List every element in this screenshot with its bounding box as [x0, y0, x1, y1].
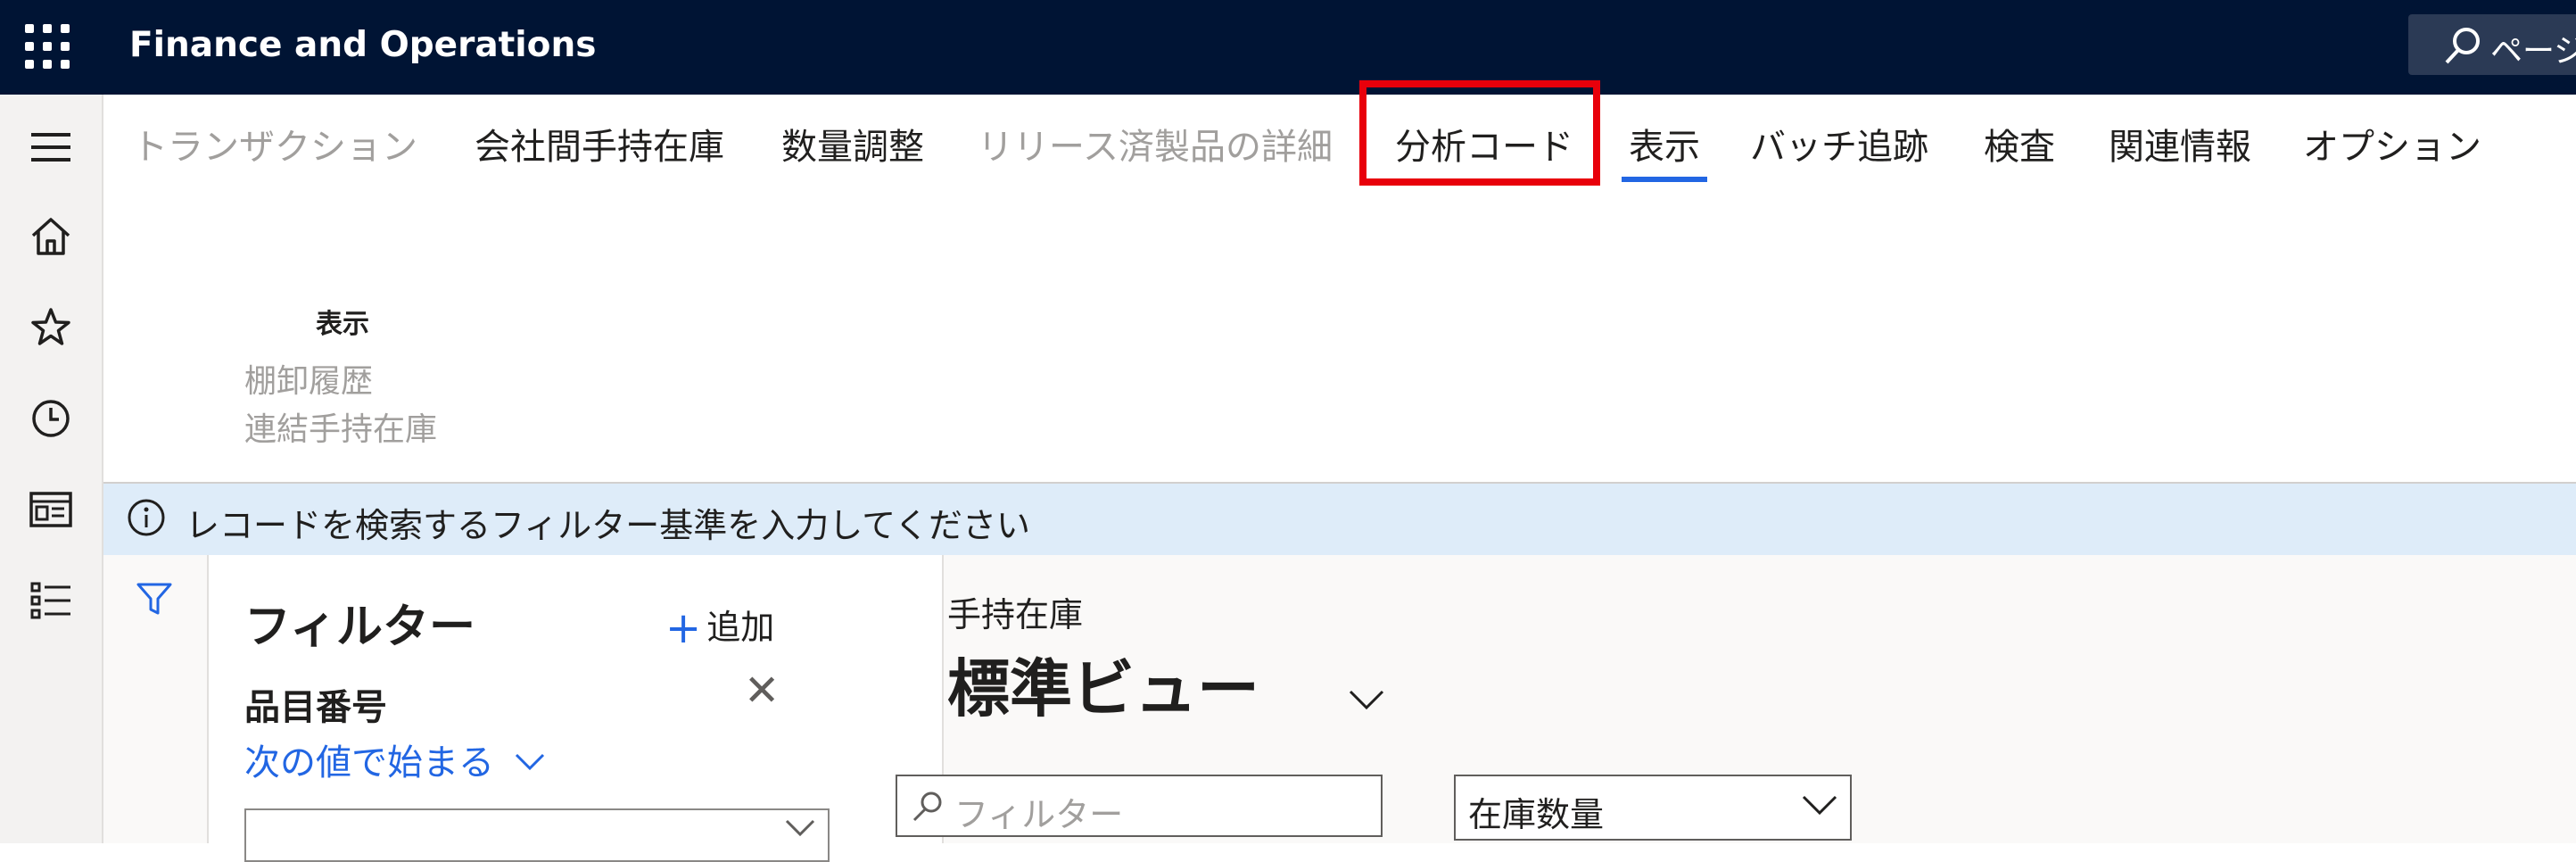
left-navigation [0, 95, 103, 843]
menu-button[interactable] [21, 118, 80, 177]
tab-released-product-details[interactable]: リリース済製品の詳細 [978, 118, 1333, 170]
tab-batch-tracking[interactable]: バッチ追跡 [1750, 118, 1928, 170]
home-icon [31, 218, 70, 255]
workspace-icon [29, 492, 72, 527]
filter-value-input[interactable] [244, 808, 830, 862]
action-pane: トランザクション 会社間手持在庫 数量調整 リリース済製品の詳細 分析コード 表… [103, 95, 2576, 484]
tab-display[interactable]: 表示 [1622, 118, 1707, 182]
add-filter-button[interactable]: + 追加 [665, 600, 774, 653]
page-subtitle: 手持在庫 [947, 595, 1084, 634]
chevron-down-icon [785, 819, 815, 837]
filter-operator-dropdown[interactable]: 次の値で始まる [244, 734, 545, 785]
clock-icon [32, 400, 70, 437]
quantity-select[interactable]: 在庫数量 [1454, 775, 1852, 841]
tab-intercompany-onhand[interactable]: 会社間手持在庫 [475, 118, 724, 170]
filter-field-label: 品目番号 [244, 687, 387, 728]
tab-options[interactable]: オプション [2303, 118, 2481, 170]
filter-operator-label: 次の値で始まる [244, 742, 494, 783]
menu-item-counting-history[interactable]: 棚卸履歴 [244, 355, 373, 402]
recent-button[interactable] [21, 389, 80, 448]
app-title: Finance and Operations [129, 25, 597, 65]
home-button[interactable] [21, 207, 80, 266]
content-area: フィルター + 追加 品目番号 ✕ 次の値で始まる 手持在庫 標準ビュー フィルタ… [103, 555, 2576, 862]
search-icon [912, 792, 942, 822]
view-title[interactable]: 標準ビュー [947, 639, 1259, 729]
chevron-down-icon [515, 753, 544, 771]
menu-icon [31, 133, 70, 162]
chevron-down-icon [1802, 795, 1837, 816]
tab-inspection[interactable]: 検査 [1984, 118, 2055, 170]
chevron-down-icon[interactable] [1349, 689, 1384, 710]
workspaces-button[interactable] [21, 480, 80, 539]
info-bar: レコードを検索するフィルター基準を入力してください [103, 484, 2576, 555]
page-search-label: ページ [2490, 33, 2576, 70]
tab-quantity-adjustment[interactable]: 数量調整 [781, 118, 924, 170]
tab-related-information[interactable]: 関連情報 [2109, 118, 2251, 170]
plus-icon: + [665, 603, 702, 653]
info-message: レコードを検索するフィルター基準を入力してください [186, 506, 1030, 545]
close-icon[interactable]: ✕ [744, 666, 780, 716]
app-launcher-icon[interactable] [25, 24, 73, 72]
highlight-box [1359, 80, 1600, 186]
info-icon [128, 499, 165, 536]
quantity-select-value: 在庫数量 [1468, 795, 1605, 834]
add-filter-label: 追加 [706, 608, 775, 647]
star-icon [31, 308, 70, 345]
tab-transactions[interactable]: トランザクション [132, 118, 417, 170]
modules-button[interactable] [21, 571, 80, 630]
page-search-button[interactable]: ページ [2408, 14, 2576, 75]
list-icon [30, 582, 70, 619]
favorites-button[interactable] [21, 298, 80, 357]
funnel-icon [136, 583, 172, 615]
top-bar: Finance and Operations ページ [0, 0, 2576, 95]
filter-pane-title: フィルター [244, 601, 475, 654]
grid-filter-input[interactable]: フィルター [896, 775, 1383, 837]
filter-toggle-button[interactable] [136, 580, 173, 621]
menu-item-consolidated-onhand[interactable]: 連結手持在庫 [244, 403, 437, 450]
group-label-display: 表示 [316, 309, 369, 340]
search-icon [2445, 28, 2480, 64]
grid-filter-placeholder: フィルター [954, 795, 1124, 834]
